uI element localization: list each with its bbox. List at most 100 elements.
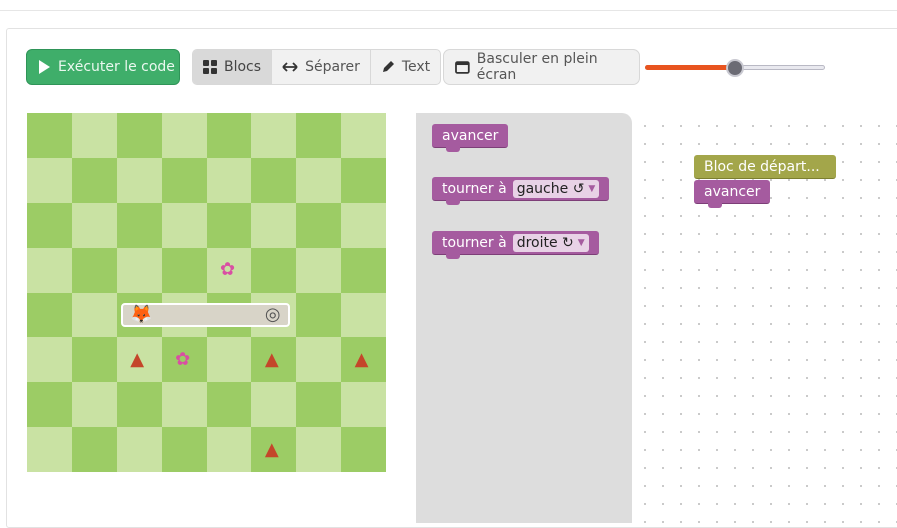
board-cell <box>296 157 342 203</box>
program-block-avancer[interactable]: avancer <box>694 180 771 208</box>
fox-player-icon: 🦊 <box>130 303 153 325</box>
dropdown-value: gauche ↺ <box>516 180 585 197</box>
top-divider <box>0 10 897 11</box>
board-cell <box>251 382 297 428</box>
board-cell <box>27 382 72 428</box>
board-cell <box>206 337 252 383</box>
board-cell <box>71 202 117 248</box>
board-cell <box>341 292 387 338</box>
window-icon <box>455 60 470 74</box>
direction-dropdown[interactable]: droite ↻ ▼ <box>512 233 589 252</box>
board-cell <box>161 113 207 158</box>
board-cell <box>71 157 117 203</box>
beetle-enemy-icon: ▲ <box>130 348 145 370</box>
board-cell <box>251 247 297 293</box>
tab-blocs[interactable]: Blocs <box>193 50 273 84</box>
board-cell <box>251 157 297 203</box>
start-block[interactable]: Bloc de départ... <box>694 155 836 179</box>
pencil-icon <box>382 61 394 72</box>
toolbox-block-tourner-droite[interactable]: tourner à droite ↻ ▼ <box>432 231 599 259</box>
board-cell <box>116 157 162 203</box>
board-cell <box>27 202 72 248</box>
board-cell <box>116 113 162 158</box>
beetle-enemy-icon: ▲ <box>264 438 279 460</box>
beetle-enemy-icon: ▲ <box>264 348 279 370</box>
board-cell <box>71 337 117 383</box>
tab-text-label: Text <box>401 59 431 75</box>
board-cell <box>161 382 207 428</box>
tab-separer[interactable]: Séparer <box>272 50 371 84</box>
board-cell <box>27 157 72 203</box>
block-label: tourner à <box>442 234 507 251</box>
fullscreen-toggle-button[interactable]: Basculer en plein écran <box>443 49 640 85</box>
board-cell <box>341 113 387 158</box>
start-block-label: Bloc de départ... <box>704 158 820 175</box>
board-cell <box>251 202 297 248</box>
caret-down-icon: ▼ <box>577 237 585 248</box>
board-cell <box>116 247 162 293</box>
board-cell <box>296 337 342 383</box>
board-cell <box>341 157 387 203</box>
board-cell <box>296 113 342 158</box>
board-cell <box>296 202 342 248</box>
board-cell <box>71 382 117 428</box>
grid-icon <box>203 60 217 74</box>
board-cell <box>71 113 117 158</box>
run-code-button[interactable]: Exécuter le code <box>26 49 180 85</box>
board-cell <box>116 202 162 248</box>
block-label: avancer <box>704 183 761 200</box>
tab-blocs-label: Blocs <box>224 59 262 75</box>
board-cell <box>161 202 207 248</box>
toolbox-block-avancer[interactable]: avancer <box>432 124 509 152</box>
board-cell <box>71 427 117 473</box>
board-cell <box>206 382 252 428</box>
board-cell <box>296 427 342 473</box>
board-cell <box>71 247 117 293</box>
flower-icon: ✿ <box>175 348 191 370</box>
board-cell <box>206 202 252 248</box>
goal-target-icon: ◎ <box>264 303 281 325</box>
play-icon <box>39 60 50 74</box>
block-toolbox: avancer tourner à gauche ↺ ▼ tourner à d… <box>416 113 632 523</box>
split-arrows-icon <box>282 62 298 72</box>
board-cell <box>206 157 252 203</box>
run-code-label: Exécuter le code <box>58 59 175 75</box>
board-cell <box>116 427 162 473</box>
toolbox-block-tourner-gauche[interactable]: tourner à gauche ↺ ▼ <box>432 177 610 205</box>
board-cell <box>27 337 72 383</box>
board-cell <box>206 113 252 158</box>
board-cell <box>251 113 297 158</box>
board-cell <box>296 292 342 338</box>
slider-thumb[interactable] <box>726 59 744 77</box>
board-cell <box>161 427 207 473</box>
tab-separer-label: Séparer <box>305 59 360 75</box>
block-label: tourner à <box>442 180 507 197</box>
slider-fill <box>645 65 735 70</box>
dropdown-value: droite ↻ <box>516 234 574 251</box>
flower-icon: ✿ <box>219 259 236 281</box>
board-cell <box>206 427 252 473</box>
board-cell <box>27 113 72 158</box>
board-cell <box>296 382 342 428</box>
board-cell <box>341 202 387 248</box>
game-board: 🦊 ◎ ✿ ✿ ▲ ▲ ▲ ▲ <box>27 113 387 473</box>
speed-slider[interactable] <box>645 59 825 77</box>
view-mode-tabs: Blocs Séparer Text <box>192 49 442 85</box>
board-cell <box>161 157 207 203</box>
board-cell <box>27 292 72 338</box>
tab-text[interactable]: Text <box>371 50 440 84</box>
board-cell <box>71 292 117 338</box>
board-cell <box>341 247 387 293</box>
beetle-enemy-icon: ▲ <box>354 348 369 370</box>
board-cell <box>116 382 162 428</box>
block-workspace[interactable]: Bloc de départ... avancer <box>632 113 897 523</box>
direction-dropdown[interactable]: gauche ↺ ▼ <box>512 179 600 198</box>
board-cell <box>341 382 387 428</box>
fullscreen-label: Basculer en plein écran <box>476 51 598 83</box>
board-cell <box>161 247 207 293</box>
board-cell <box>27 427 72 473</box>
board-cell <box>27 247 72 293</box>
caret-down-icon: ▼ <box>588 183 596 194</box>
block-label: avancer <box>442 127 499 144</box>
board-cell <box>296 247 342 293</box>
